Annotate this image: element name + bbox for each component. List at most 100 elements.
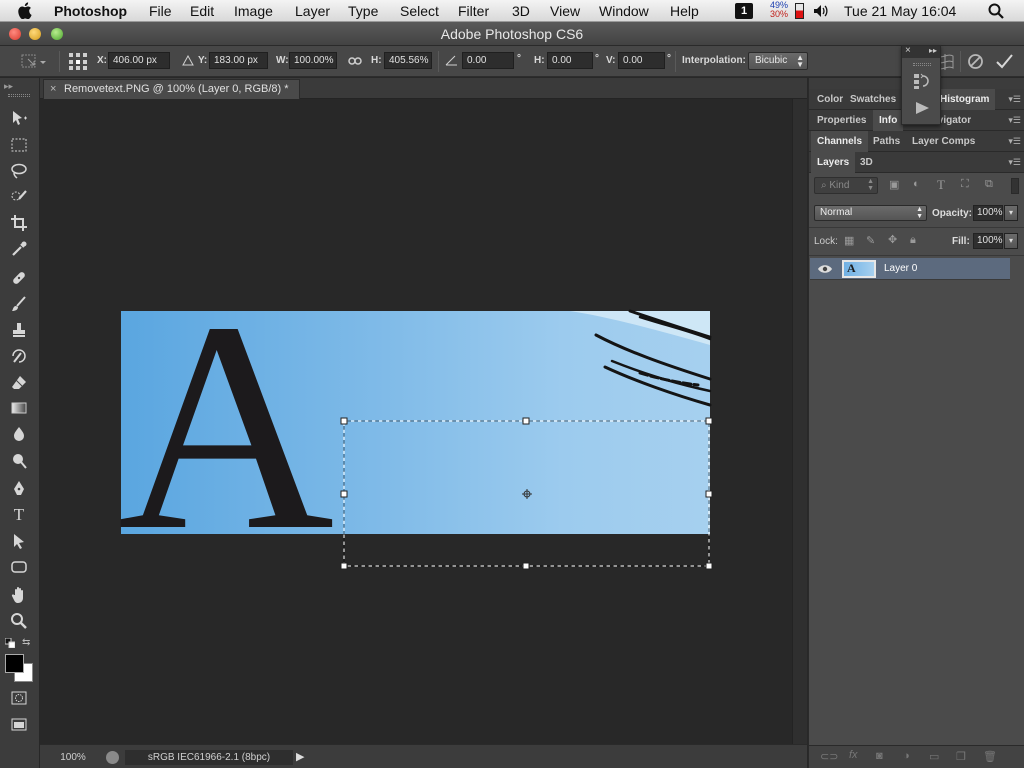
expand-panel-icon[interactable]: ▸▸ [929, 46, 937, 55]
document-canvas[interactable]: A [40, 99, 792, 744]
transform-handle[interactable] [705, 417, 713, 425]
menu-layer[interactable]: Layer [295, 3, 330, 19]
rotation-field[interactable]: 0.00 [462, 52, 514, 69]
layer-style-icon[interactable]: fx [849, 749, 858, 761]
move-tool[interactable] [8, 107, 30, 129]
opacity-field[interactable]: 100% [973, 205, 1003, 221]
tab-paths[interactable]: Paths [867, 131, 906, 152]
toolbar-grip[interactable] [8, 94, 30, 97]
eye-visibility-icon[interactable] [817, 263, 833, 275]
filter-type-layers-icon[interactable]: T [937, 177, 945, 193]
tab-swatches[interactable]: Swatches [844, 89, 902, 110]
horizontal-skew-field[interactable]: 0.00 [547, 52, 593, 69]
lasso-tool[interactable] [8, 160, 30, 182]
layer-row[interactable]: A Layer 0 [810, 258, 1010, 280]
zoom-level-field[interactable]: 100% [48, 750, 98, 765]
quick-selection-tool[interactable] [8, 186, 30, 208]
move-tool-preset-icon[interactable] [20, 53, 48, 70]
adjustment-layer-icon[interactable]: ◑ [903, 750, 910, 762]
lock-image-pixels-icon[interactable]: ✎ [866, 234, 875, 247]
tab-channels[interactable]: Channels [811, 131, 869, 152]
status-badge[interactable]: 1 [735, 3, 753, 19]
floating-mini-panel[interactable]: × ▸▸ [901, 45, 941, 125]
type-tool[interactable]: T [8, 504, 30, 526]
transform-handle[interactable] [340, 490, 348, 498]
screen-mode-button[interactable] [8, 714, 30, 736]
history-brush-tool[interactable] [8, 345, 30, 367]
menu-type[interactable]: Type [348, 3, 378, 19]
app-menu[interactable]: Photoshop [54, 3, 127, 19]
tab-properties[interactable]: Properties [811, 110, 872, 131]
x-position-field[interactable]: 406.00 px [108, 52, 170, 69]
transform-handle[interactable] [340, 562, 348, 570]
tab-layer-comps[interactable]: Layer Comps [906, 131, 981, 152]
status-menu-arrow-icon[interactable]: ▶ [296, 750, 304, 763]
spot-healing-brush-tool[interactable] [8, 267, 30, 289]
gradient-tool[interactable] [8, 397, 30, 419]
panel-grip[interactable] [913, 63, 931, 66]
menu-clock[interactable]: Tue 21 May 16:04 [844, 3, 956, 19]
cpu-meter[interactable]: 49% 30% [770, 1, 788, 19]
menu-file[interactable]: File [149, 3, 172, 19]
add-mask-icon[interactable]: ◙ [876, 750, 883, 762]
link-icon[interactable] [348, 55, 362, 67]
relative-position-icon[interactable] [182, 55, 194, 66]
volume-icon[interactable] [813, 4, 829, 18]
path-selection-tool[interactable] [8, 530, 30, 552]
menu-view[interactable]: View [550, 3, 580, 19]
quick-mask-button[interactable] [8, 687, 30, 709]
menu-filter[interactable]: Filter [458, 3, 489, 19]
menu-edit[interactable]: Edit [190, 3, 214, 19]
document-tab[interactable]: × Removetext.PNG @ 100% (Layer 0, RGB/8)… [43, 79, 300, 99]
clone-stamp-tool[interactable] [8, 319, 30, 341]
height-field[interactable]: 405.56% [384, 52, 432, 69]
panel-menu-icon[interactable]: ▾☰ [1008, 94, 1021, 105]
document-profile-info[interactable]: sRGB IEC61966-2.1 (8bpc) [125, 750, 293, 765]
apple-menu-icon[interactable] [18, 2, 34, 19]
close-document-icon[interactable]: × [50, 80, 56, 99]
fill-field[interactable]: 100% [973, 233, 1003, 249]
lock-all-icon[interactable]: 🔒︎ [910, 234, 916, 247]
tab-histogram[interactable]: Histogram [934, 89, 996, 110]
lock-transparent-pixels-icon[interactable]: ▦ [844, 234, 854, 247]
commit-transform-icon[interactable] [995, 52, 1014, 71]
delete-layer-icon[interactable]: 🗑︎ [983, 750, 997, 763]
menu-help[interactable]: Help [670, 3, 699, 19]
tab-info[interactable]: Info [873, 110, 904, 131]
battery-icon[interactable] [795, 3, 804, 19]
eraser-tool[interactable] [8, 371, 30, 393]
filter-smart-objects-icon[interactable]: ⧉ [985, 178, 993, 191]
document-info-icon[interactable] [106, 751, 119, 764]
menu-window[interactable]: Window [599, 3, 649, 19]
new-group-icon[interactable]: ▭ [929, 750, 939, 763]
spotlight-search-icon[interactable] [988, 3, 1004, 19]
panel-menu-icon[interactable]: ▾☰ [1008, 115, 1021, 126]
collapse-toolbar-icon[interactable]: ▸▸ [4, 81, 13, 92]
filter-adjustment-layers-icon[interactable]: ◐ [913, 178, 920, 190]
blend-mode-dropdown[interactable]: Normal ▲ ▼ [814, 205, 927, 221]
filter-shape-layers-icon[interactable]: ⛶ [961, 178, 969, 191]
vertical-skew-field[interactable]: 0.00 [618, 52, 665, 69]
layer-filter-kind-dropdown[interactable]: ⌕ Kind ▲ ▼ [814, 177, 878, 194]
filter-toggle-switch[interactable] [1011, 178, 1019, 194]
width-field[interactable]: 100.00% [289, 52, 337, 69]
default-colors-icon[interactable] [4, 637, 16, 649]
fill-slider-button[interactable]: ▾ [1004, 233, 1018, 249]
tab-layers[interactable]: Layers [811, 152, 856, 173]
transform-handle[interactable] [705, 562, 713, 570]
floating-panel-header[interactable]: × ▸▸ [902, 45, 940, 58]
eyedropper-tool[interactable] [8, 238, 30, 260]
cancel-transform-icon[interactable] [966, 52, 985, 71]
panel-menu-icon[interactable]: ▾☰ [1008, 157, 1021, 168]
dodge-tool[interactable] [8, 450, 30, 472]
tab-3d[interactable]: 3D [854, 152, 879, 173]
pen-tool[interactable] [8, 478, 30, 500]
shape-tool[interactable] [8, 556, 30, 578]
vertical-scrollbar[interactable] [792, 99, 807, 744]
menu-image[interactable]: Image [234, 3, 273, 19]
opacity-slider-button[interactable]: ▾ [1004, 205, 1018, 221]
interpolation-dropdown[interactable]: Bicubic ▲ ▼ [748, 52, 808, 70]
reference-point-icon[interactable] [67, 51, 89, 72]
foreground-color-swatch[interactable] [5, 654, 24, 673]
swap-colors-icon[interactable]: ⇆ [22, 637, 30, 648]
